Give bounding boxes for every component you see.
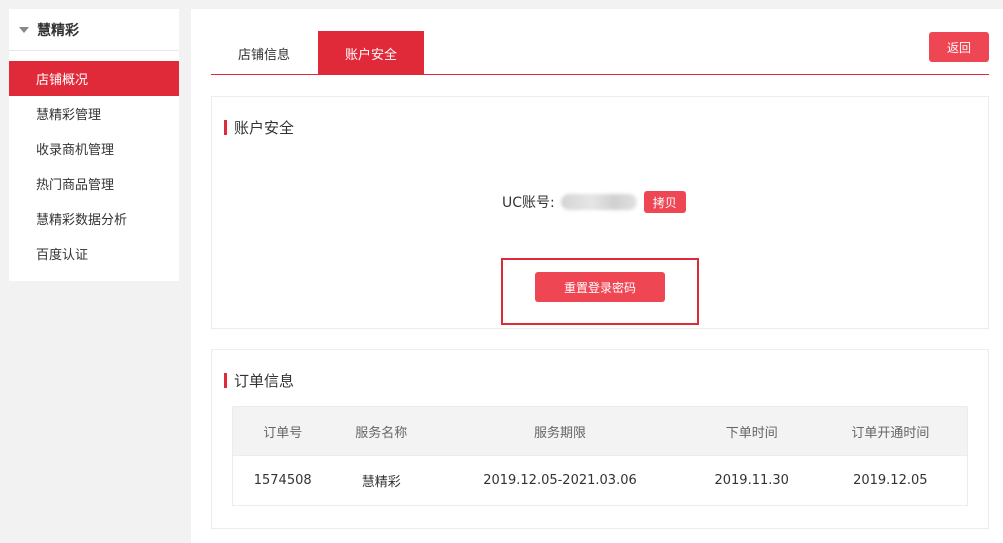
orders-table: 订单号 服务名称 服务期限 下单时间 订单开通时间 1574508 慧精彩 20… bbox=[232, 406, 968, 506]
sidebar-header-label: 慧精彩 bbox=[37, 22, 79, 39]
security-title: 账户安全 bbox=[224, 117, 294, 138]
main-panel: 店铺信息 账户安全 返回 账户安全 UC账号: 拷贝 重置登录密码 订单信息 订… bbox=[191, 9, 1003, 543]
title-accent-bar bbox=[224, 120, 227, 135]
order-time-cell: 2019.11.30 bbox=[689, 455, 814, 506]
back-button[interactable]: 返回 bbox=[929, 32, 989, 62]
sidebar-item-baidu-verify[interactable]: 百度认证 bbox=[9, 236, 179, 271]
column-header: 下单时间 bbox=[689, 406, 814, 456]
uc-account-row: UC账号: 拷贝 bbox=[502, 191, 686, 213]
tab-bar: 店铺信息 账户安全 bbox=[211, 31, 989, 75]
order-id-cell: 1574508 bbox=[232, 455, 333, 506]
sidebar-item-analytics[interactable]: 慧精彩数据分析 bbox=[9, 201, 179, 236]
copy-button[interactable]: 拷贝 bbox=[643, 191, 686, 213]
column-header: 订单号 bbox=[232, 406, 333, 456]
table-header-row: 订单号 服务名称 服务期限 下单时间 订单开通时间 bbox=[232, 406, 968, 456]
service-period-cell: 2019.12.05-2021.03.06 bbox=[430, 455, 690, 506]
uc-account-value-redacted bbox=[560, 194, 637, 210]
reset-password-button[interactable]: 重置登录密码 bbox=[535, 272, 665, 302]
table-row: 1574508 慧精彩 2019.12.05-2021.03.06 2019.1… bbox=[232, 455, 968, 506]
orders-panel: 订单信息 订单号 服务名称 服务期限 下单时间 订单开通时间 1574508 慧… bbox=[211, 349, 989, 529]
tab-account-security[interactable]: 账户安全 bbox=[318, 31, 424, 75]
sidebar-item-leads[interactable]: 收录商机管理 bbox=[9, 131, 179, 166]
tab-store-info[interactable]: 店铺信息 bbox=[211, 31, 317, 75]
sidebar-item-manage[interactable]: 慧精彩管理 bbox=[9, 96, 179, 131]
column-header: 服务期限 bbox=[430, 406, 690, 456]
column-header: 服务名称 bbox=[332, 406, 431, 456]
uc-account-label: UC账号: bbox=[502, 195, 555, 211]
sidebar-list: 店铺概况 慧精彩管理 收录商机管理 热门商品管理 慧精彩数据分析 百度认证 bbox=[9, 61, 179, 271]
activation-time-cell: 2019.12.05 bbox=[813, 455, 968, 506]
column-header: 订单开通时间 bbox=[813, 406, 968, 456]
caret-down-icon bbox=[19, 26, 29, 33]
sidebar: 慧精彩 店铺概况 慧精彩管理 收录商机管理 热门商品管理 慧精彩数据分析 百度认… bbox=[9, 9, 179, 281]
sidebar-header[interactable]: 慧精彩 bbox=[9, 9, 179, 51]
title-accent-bar bbox=[224, 373, 227, 388]
security-title-text: 账户安全 bbox=[234, 119, 295, 137]
orders-title: 订单信息 bbox=[224, 370, 294, 391]
sidebar-item-hot-products[interactable]: 热门商品管理 bbox=[9, 166, 179, 201]
sidebar-item-store-overview[interactable]: 店铺概况 bbox=[9, 61, 179, 96]
orders-title-text: 订单信息 bbox=[234, 372, 295, 390]
service-name-cell: 慧精彩 bbox=[332, 455, 431, 506]
security-panel: 账户安全 UC账号: 拷贝 重置登录密码 bbox=[211, 96, 989, 329]
